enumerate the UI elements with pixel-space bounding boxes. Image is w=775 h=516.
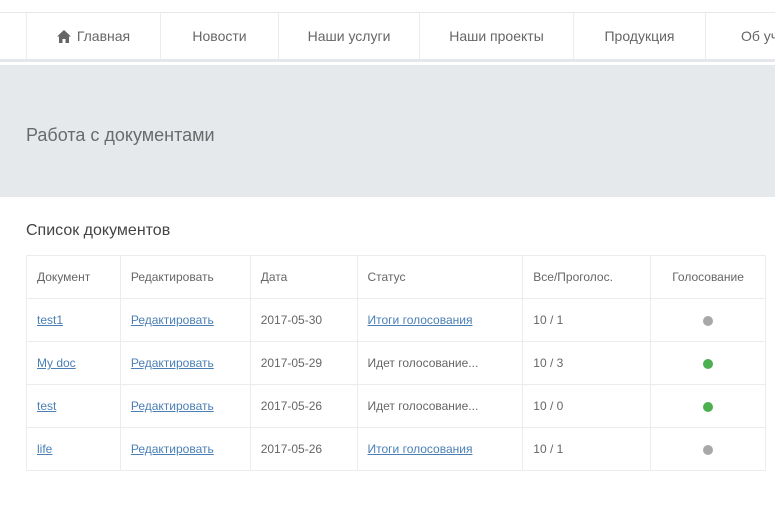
nav-item-label: Продукция [604, 28, 675, 44]
votes-cell: 10 / 3 [522, 341, 652, 385]
table-row: test Редактировать 2017-05-26 Идет голос… [26, 384, 766, 428]
nav-item-label: Новости [192, 28, 247, 44]
nav-item-news[interactable]: Новости [160, 13, 278, 59]
document-link[interactable]: life [37, 442, 52, 456]
table-header-row: Документ Редактировать Дата Статус Все/П… [26, 255, 766, 299]
page-title: Работа с документами [26, 125, 215, 145]
table-row: My doc Редактировать 2017-05-29 Идет гол… [26, 341, 766, 385]
nav-item-label: Наши услуги [307, 28, 391, 44]
nav-item-home[interactable]: Главная [26, 13, 160, 59]
nav-item-about[interactable]: Об учр [705, 13, 775, 59]
status-cell: Идет голосование... [356, 384, 524, 428]
date-cell: 2017-05-30 [249, 298, 358, 342]
edit-link[interactable]: Редактировать [131, 356, 214, 370]
document-link[interactable]: test1 [37, 313, 63, 327]
column-header-status: Статус [356, 255, 524, 299]
votes-cell: 10 / 0 [522, 384, 652, 428]
date-cell: 2017-05-26 [249, 427, 358, 471]
column-header-document: Документ [26, 255, 121, 299]
date-cell: 2017-05-29 [249, 341, 358, 385]
edit-link[interactable]: Редактировать [131, 399, 214, 413]
voting-open-indicator[interactable] [703, 358, 714, 369]
nav-item-services[interactable]: Наши услуги [278, 13, 419, 59]
column-header-edit: Редактировать [119, 255, 251, 299]
edit-link[interactable]: Редактировать [131, 442, 214, 456]
voting-closed-indicator [703, 444, 714, 455]
column-header-date: Дата [249, 255, 358, 299]
column-header-voting: Голосование [650, 255, 766, 299]
status-results-link[interactable]: Итоги голосования [368, 442, 473, 456]
votes-cell: 10 / 1 [522, 427, 652, 471]
date-cell: 2017-05-26 [249, 384, 358, 428]
status-results-link[interactable]: Итоги голосования [368, 313, 473, 327]
edit-link[interactable]: Редактировать [131, 313, 214, 327]
documents-table: Документ Редактировать Дата Статус Все/П… [26, 255, 766, 471]
document-link[interactable]: test [37, 399, 56, 413]
document-link[interactable]: My doc [37, 356, 76, 370]
page-banner: Работа с документами [0, 65, 775, 197]
nav-item-projects[interactable]: Наши проекты [419, 13, 573, 59]
table-row: life Редактировать 2017-05-26 Итоги голо… [26, 427, 766, 471]
votes-cell: 10 / 1 [522, 298, 652, 342]
nav-item-label: Об учр [741, 28, 775, 44]
voting-open-indicator[interactable] [703, 401, 714, 412]
nav-item-label: Наши проекты [449, 28, 544, 44]
status-cell: Идет голосование... [356, 341, 524, 385]
main-nav: Главная Новости Наши услуги Наши проекты… [0, 12, 775, 62]
voting-closed-indicator [703, 315, 714, 326]
nav-item-products[interactable]: Продукция [573, 13, 705, 59]
section-title: Список документов [26, 222, 171, 239]
table-row: test1 Редактировать 2017-05-30 Итоги гол… [26, 298, 766, 342]
column-header-votes: Все/Проголос. [522, 255, 652, 299]
nav-item-label: Главная [76, 28, 131, 44]
home-icon [56, 29, 71, 43]
